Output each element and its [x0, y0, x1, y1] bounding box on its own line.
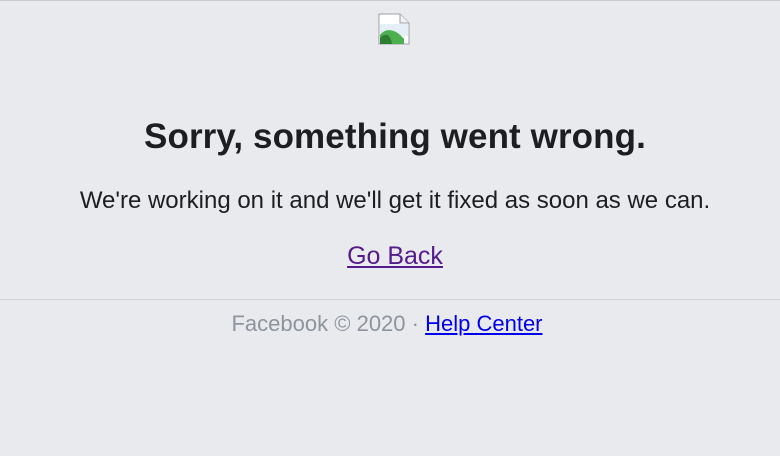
go-back-link[interactable]: Go Back: [347, 242, 443, 270]
footer-divider: [0, 299, 780, 300]
footer-brand: Facebook: [231, 311, 329, 336]
go-back-container: Go Back: [0, 241, 780, 271]
footer-separator: ·: [411, 311, 419, 336]
error-title: Sorry, something went wrong.: [144, 117, 646, 156]
help-center-link[interactable]: Help Center: [425, 311, 542, 336]
error-message: We're working on it and we'll get it fix…: [79, 187, 711, 214]
copyright-symbol: ©: [334, 311, 351, 336]
footer: Facebook © 2020 · Help Center: [0, 310, 774, 338]
footer-year: 2020: [356, 311, 406, 336]
broken-image-icon: [378, 13, 410, 45]
